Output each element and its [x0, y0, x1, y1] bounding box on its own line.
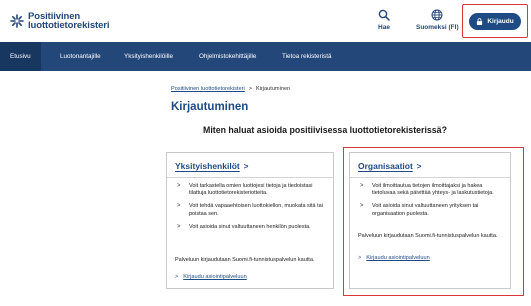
card-divider	[350, 177, 510, 178]
login-button[interactable]: Kirjaudu	[469, 13, 521, 30]
nav-item-individuals[interactable]: Yksityishenkilöille	[124, 42, 173, 71]
logo-mark-icon	[10, 14, 24, 28]
logo-line-2: luottotietorekisteri	[28, 20, 110, 31]
organizations-feature-list: > Voit ilmoittautua tietojen ilmoittajaks…	[358, 183, 504, 224]
list-item-text: Voit asioida sinut valtuuttaneen henkilö…	[189, 223, 311, 230]
individuals-login-link[interactable]: > Kirjaudu asiointipalveluun	[175, 274, 247, 280]
chevron-right-icon: >	[175, 274, 179, 280]
nav-item-lenders[interactable]: Luotonantajille	[60, 42, 101, 71]
search-label: Hae	[378, 24, 390, 31]
chevron-right-icon: >	[360, 203, 364, 210]
list-item-text: Voit asioida sinut valtuuttaneen yrityks…	[372, 203, 479, 217]
individuals-login-link-text: Kirjaudu asiointipalveluun	[183, 274, 247, 280]
login-highlight-frame: Kirjaudu	[462, 4, 528, 38]
chevron-right-icon: >	[360, 183, 364, 189]
site-logo[interactable]: Positiivinen luottotietorekisteri	[10, 12, 110, 31]
search-icon	[378, 9, 390, 21]
chevron-right-icon: >	[177, 223, 181, 230]
breadcrumb-current: Kirjautuminen	[255, 86, 291, 92]
list-item: > Voit tehdä vapaaehtoisen luottokiellon,…	[175, 203, 327, 217]
individuals-card: Yksityishenkilöt > > Voit tarkastella omi…	[166, 152, 334, 289]
organizations-login-link[interactable]: > Kirjaudu asiointipalveluun	[358, 255, 430, 261]
organizations-login-note: Palveluun kirjaudutaan Suomi.fi-tunnistu…	[358, 233, 498, 239]
list-item: > Voit asioida sinut valtuuttaneen yrityk…	[358, 203, 504, 217]
organizations-card: Organisaatiot > > Voit ilmoittautua tieto…	[349, 152, 511, 289]
individuals-login-note: Palveluun kirjaudutaan Suomi.fi-tunnistu…	[175, 257, 315, 263]
lock-icon	[477, 18, 483, 25]
card-divider	[167, 177, 333, 178]
chevron-right-icon: >	[243, 161, 249, 171]
language-selector[interactable]: Suomeksi (FI)	[416, 9, 459, 31]
search-button[interactable]: Hae	[378, 9, 390, 31]
list-item: > Voit ilmoittautua tietojen ilmoittajaks…	[358, 183, 504, 197]
globe-icon	[431, 9, 443, 21]
breadcrumb-separator: >	[248, 86, 252, 92]
breadcrumb-home-link[interactable]: Positiivinen luottotietorekisteri	[171, 86, 245, 92]
organizations-login-link-text: Kirjaudu asiointipalveluun	[366, 255, 430, 261]
language-label: Suomeksi (FI)	[416, 24, 459, 31]
list-item: > Voit asioida sinut valtuuttaneen henkil…	[175, 224, 327, 231]
breadcrumb: Positiivinen luottotietorekisteri > Kirj…	[171, 86, 290, 92]
logo-text: Positiivinen luottotietorekisteri	[28, 12, 110, 31]
list-item: > Voit tarkastella omien luottojesi tieto…	[175, 183, 327, 197]
service-question: Miten haluat asioida positiivisessa luot…	[203, 125, 447, 135]
organizations-card-heading[interactable]: Organisaatiot >	[358, 161, 421, 171]
list-item-text: Voit tarkastella omien luottojesi tietoj…	[189, 183, 313, 197]
list-item-text: Voit tehdä vapaaehtoisen luottokiellon, …	[189, 203, 323, 217]
login-label: Kirjaudu	[487, 18, 514, 25]
nav-item-developers[interactable]: Ohjelmistokehittäjille	[199, 42, 256, 71]
site-header: Positiivinen luottotietorekisteri Hae Su…	[0, 0, 531, 42]
individuals-card-title: Yksityishenkilöt	[175, 161, 240, 171]
nav-item-home[interactable]: Etusivu	[0, 42, 41, 71]
nav-item-about-register[interactable]: Tietoa rekisteristä	[282, 42, 331, 71]
chevron-right-icon: >	[177, 203, 181, 210]
list-item-text: Voit ilmoittautua tietojen ilmoittajaksi…	[372, 183, 494, 197]
individuals-card-heading[interactable]: Yksityishenkilöt >	[175, 161, 248, 171]
individuals-feature-list: > Voit tarkastella omien luottojesi tieto…	[175, 183, 327, 237]
main-nav: Etusivu Luotonantajille Yksityishenkilöi…	[0, 42, 531, 71]
chevron-right-icon: >	[358, 255, 362, 261]
chevron-right-icon: >	[416, 161, 422, 171]
page-title: Kirjautuminen	[171, 101, 249, 113]
organizations-card-title: Organisaatiot	[358, 161, 413, 171]
chevron-right-icon: >	[177, 183, 181, 189]
